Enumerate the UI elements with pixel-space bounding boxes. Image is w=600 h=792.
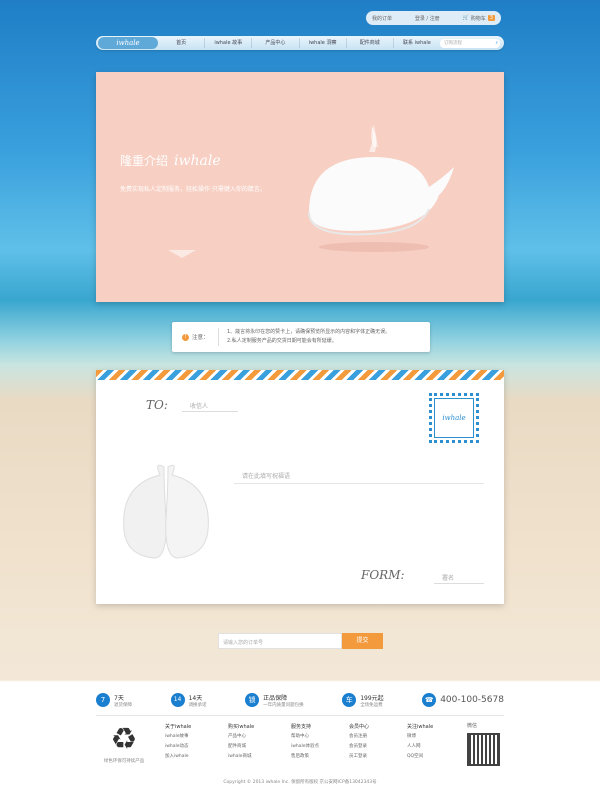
search-placeholder: 订购流程	[444, 41, 463, 46]
submit-button[interactable]: 提交	[342, 633, 383, 649]
main-nav: iwhale 首页 iwhale 故事 产品中心 iwhale 洞察 配件商城 …	[96, 36, 504, 50]
cart-link[interactable]: 🛒 购物车 3	[463, 15, 495, 22]
footer-link[interactable]: 产品中心	[228, 732, 254, 742]
stamp: iwhale	[429, 393, 479, 443]
footer-link[interactable]: iwhale动态	[165, 742, 191, 752]
footer-col-heading: 关于iwhale	[165, 724, 192, 730]
features-bar: 7 7天 退货保障 14 14天 调换承诺 锁 正品保障 一年内质量问题包换 车 19…	[96, 690, 504, 710]
footer-col-member: 会员中心 会员注册 会员登录 员工登录	[349, 722, 369, 762]
notice-lines: 1、箴言将永印在您的赞卡上，请确保预览所显示的内容和字体正确无误。 2.私人定制…	[218, 328, 390, 346]
message-input[interactable]: 请在此填写祝福语	[234, 470, 484, 484]
whale-pair-image	[123, 464, 209, 559]
footer-divider	[96, 715, 504, 716]
feature-free-shipping: 车 199元起 全场免运费	[342, 693, 384, 708]
exchange-icon: 14	[170, 693, 185, 707]
feature-sub: 全场免运费	[360, 702, 383, 708]
search-input[interactable]: 订购流程 ⌕	[440, 38, 501, 48]
recycle-caption: 绿色环保可持续产品	[103, 759, 145, 764]
footer-col-heading: 关注iwhale	[407, 724, 434, 730]
return-icon: 7	[96, 693, 110, 707]
banner-title-text: 隆重介绍	[120, 154, 169, 168]
order-number-input[interactable]: 请输入您的订单号	[218, 633, 342, 649]
to-label: TO:	[146, 398, 168, 412]
feature-title: 14天	[188, 694, 203, 702]
notice-line-2: 2.私人定制服务产品的交货日期可能会有所延缓。	[227, 338, 337, 344]
signature-input[interactable]: 署名	[434, 570, 484, 584]
footer-col-heading: 会员中心	[349, 724, 370, 730]
feature-sub: 一年内质量问题包换	[263, 702, 304, 708]
order-form: 请输入您的订单号 提交	[218, 633, 383, 649]
nav-item-contact[interactable]: 联系 iwhale	[394, 38, 440, 48]
feature-sub: 退货保障	[114, 702, 132, 708]
cart-icon: 🛒	[462, 15, 469, 21]
logo[interactable]: iwhale	[98, 37, 158, 49]
my-orders-link[interactable]: 我的订单	[372, 15, 392, 22]
lock-icon: 锁	[245, 693, 260, 707]
stamp-logo: iwhale	[434, 398, 474, 438]
copyright: Copyright © 2013 iwhale Inc. 保留所有版权 京公安网…	[223, 780, 377, 785]
recycle-icon: ♻	[110, 722, 138, 757]
phone-number: 400-100-5678	[440, 695, 504, 705]
feature-14day-exchange: 14 14天 调换承诺	[170, 693, 207, 708]
feature-title: 199元起	[360, 694, 384, 702]
footer-link[interactable]: 帮助中心	[291, 732, 319, 742]
footer-col-about: 关于iwhale iwhale故事 iwhale动态 加入iwhale	[165, 722, 191, 762]
feature-7day-return: 7 7天 退货保障	[96, 693, 132, 708]
nav-item-home[interactable]: 首页	[158, 38, 206, 48]
from-label: FORM:	[361, 568, 405, 582]
search-icon[interactable]: ⌕	[496, 40, 499, 46]
footer-link[interactable]: 配件商城	[228, 742, 254, 752]
footer-col-support: 服务支持 帮助中心 iwhale体验点 售后政策	[291, 722, 319, 762]
wechat-label: 微信	[467, 723, 478, 729]
footer-link[interactable]: 会员登录	[349, 742, 369, 752]
nav-item-story[interactable]: iwhale 故事	[205, 38, 253, 48]
footer-link[interactable]: iwhale商城	[228, 752, 254, 762]
banner-brand: iwhale	[174, 152, 221, 169]
footer-col-heading: 购买iwhale	[228, 724, 255, 730]
footer-link[interactable]: iwhale体验点	[291, 742, 319, 752]
feature-genuine: 锁 正品保障 一年内质量问题包换	[245, 693, 304, 708]
footer-col-heading: 服务支持	[291, 724, 312, 730]
cart-label: 购物车	[470, 15, 486, 22]
footer-col-follow: 关注iwhale 微博 人人网 QQ空间	[407, 722, 433, 762]
footer-link[interactable]: 员工登录	[349, 752, 369, 762]
hero-banner: 隆重介绍 iwhale 免费实现私人定制服务，轻松操作·只需键入你的箴言。	[96, 72, 504, 302]
footer-link[interactable]: 微博	[407, 732, 433, 742]
nav-item-products[interactable]: 产品中心	[252, 38, 300, 48]
phone-icon: ☎	[422, 693, 437, 707]
greeting-card: TO: 收信人 iwhale 请在此填写祝福语 FORM: 署名	[96, 370, 504, 604]
recycle-badge: ♻ 绿色环保可持续产品	[96, 722, 152, 764]
notice-line-1: 1、箴言将永印在您的赞卡上，请确保预览所显示的内容和字体正确无误。	[227, 329, 391, 335]
login-register-link[interactable]: 登录 / 注册	[415, 15, 440, 22]
recipient-input[interactable]: 收信人	[182, 398, 238, 412]
truck-icon: 车	[342, 693, 357, 707]
banner-description: 免费实现私人定制服务，轻松操作·只需键入你的箴言。	[120, 186, 266, 193]
cart-count-badge: 3	[487, 15, 495, 21]
airmail-stripe	[96, 370, 504, 380]
hotline: ☎ 400-100-5678	[422, 693, 504, 707]
footer-col-buy: 购买iwhale 产品中心 配件商城 iwhale商城	[228, 722, 254, 762]
qr-code-image	[467, 733, 500, 766]
warning-icon: !	[182, 333, 189, 341]
footer-link[interactable]: 加入iwhale	[165, 752, 191, 762]
footer-link[interactable]: QQ空间	[407, 752, 433, 762]
whale-humidifier-image	[308, 125, 454, 252]
footer-link[interactable]: iwhale故事	[165, 732, 191, 742]
feature-sub: 调换承诺	[188, 702, 207, 708]
notice-box: ! 注意： 1、箴言将永印在您的赞卡上，请确保预览所显示的内容和字体正确无误。 …	[172, 322, 430, 352]
footer-link[interactable]: 售后政策	[291, 752, 319, 762]
nav-item-insight[interactable]: iwhale 洞察	[300, 38, 347, 48]
footer-link[interactable]: 人人网	[407, 742, 433, 752]
scroll-down-chevron-icon[interactable]	[168, 250, 196, 258]
top-links-bar: 我的订单 登录 / 注册 🛒 购物车 3	[366, 11, 501, 25]
notice-label: 注意：	[192, 335, 209, 341]
feature-title: 正品保障	[263, 694, 288, 702]
feature-title: 7天	[114, 694, 124, 702]
footer-link[interactable]: 会员注册	[349, 732, 369, 742]
banner-title: 隆重介绍 iwhale	[120, 152, 221, 169]
nav-item-accessories[interactable]: 配件商城	[347, 38, 394, 48]
